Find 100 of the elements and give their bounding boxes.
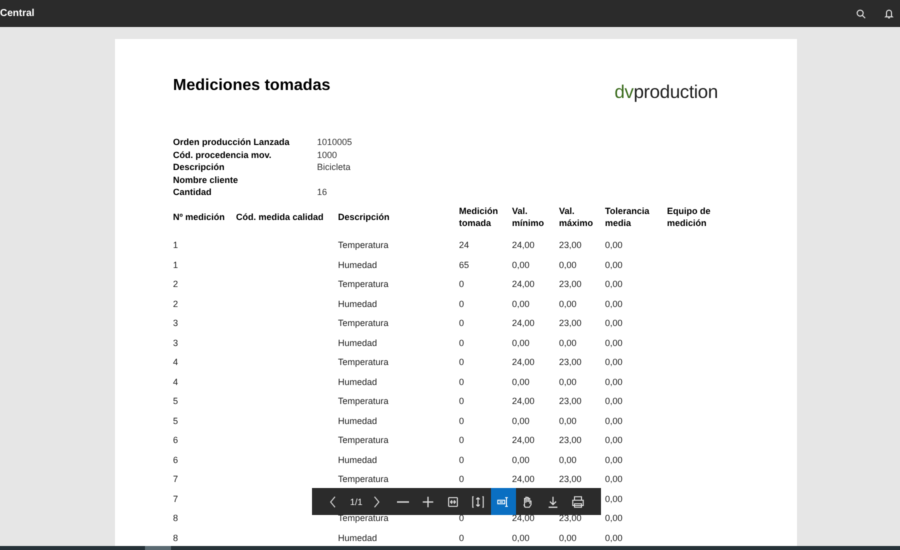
table-cell-text: 0,00 [605, 532, 624, 544]
table-cell-text: 7 [173, 473, 180, 486]
table-cell-text: 1 [173, 239, 180, 252]
table-cell-text: 24,00 [512, 356, 536, 368]
table-cell-text: 24,00 [512, 278, 536, 290]
table-cell-text: 4 [173, 376, 180, 388]
table-cell-text: 23,00 [559, 395, 583, 408]
table-cell-text: 24,00 [512, 434, 536, 446]
table-cell-text: 24,00 [512, 317, 536, 330]
table-cell-text: 24,00 [512, 473, 536, 486]
table-cell-text: 0 [459, 298, 466, 310]
fit-width-icon [446, 494, 460, 508]
table-cell-text: 23,00 [559, 356, 583, 368]
table-cell-text: 0 [459, 317, 466, 330]
table-cell-text: 0,00 [559, 258, 578, 271]
table-cell-text: 0,00 [559, 454, 578, 466]
fit-height-icon [471, 494, 486, 508]
table-cell-text: 0,00 [605, 492, 624, 505]
table-cell-text: Humedad [338, 258, 378, 271]
table-cell-text: 4 [173, 356, 180, 368]
field-label: Cód. procedencia mov. [173, 148, 272, 161]
table-cell-text: Temperatura [338, 434, 390, 446]
table-cell-text: 0,00 [512, 298, 531, 310]
scrollbar-thumb[interactable] [145, 546, 171, 550]
bell-icon[interactable] [884, 8, 894, 19]
table-cell-text: 5 [173, 395, 180, 408]
print-icon [571, 494, 586, 508]
table-cell-text: 0,00 [512, 532, 531, 544]
table-cell-text: Temperatura [338, 395, 390, 408]
table-cell-text: 3 [173, 336, 180, 349]
table-cell-text: 0,00 [605, 414, 624, 427]
field-label: Nombre cliente [173, 174, 240, 186]
table-cell-text: Humedad [338, 376, 378, 388]
table-cell-text: 0,00 [512, 336, 531, 349]
table-cell-text: 0,00 [605, 239, 624, 252]
table-cell-text: 0 [459, 532, 466, 544]
field-label: Cantidad [173, 186, 213, 198]
table-cell-text: 0 [459, 512, 466, 524]
table-cell-text: Humedad [338, 532, 378, 544]
table-cell-text: 0,00 [605, 454, 624, 466]
table-cell-text: 23,00 [559, 473, 583, 486]
column-header: Val. máximo [559, 204, 594, 228]
table-cell-text: 0 [459, 356, 466, 368]
table-cell-text: 0 [459, 395, 466, 408]
table-cell-text: 0 [459, 414, 466, 427]
table-cell-text: 65 [459, 258, 470, 271]
logo: dvproduction [614, 81, 718, 103]
table-cell-text: 23,00 [559, 239, 583, 252]
table-cell-text: 0,00 [512, 376, 531, 388]
table-cell-text: Temperatura [338, 239, 390, 252]
table-cell-text: 0,00 [605, 258, 624, 271]
table-cell-text: 23,00 [559, 317, 583, 330]
table-cell-text: 0 [459, 434, 466, 446]
app-title: Central [0, 8, 34, 19]
column-header: Tolerancia media [605, 204, 650, 228]
table-cell-text: 1 [173, 258, 180, 271]
table-cell-text: 0,00 [559, 298, 578, 310]
page-indicator: 1/1 [349, 496, 364, 506]
download-icon [546, 494, 560, 508]
table-cell-text: Temperatura [338, 512, 390, 524]
table-cell-text: Temperatura [338, 356, 390, 368]
table-cell-text: 24,00 [512, 512, 536, 524]
table-cell-text: 0,00 [605, 356, 624, 368]
table-cell-text: 24 [459, 239, 470, 252]
field-label: Orden producción Lanzada [173, 136, 291, 148]
table-cell-text: 0,00 [605, 317, 624, 330]
table-cell-text: 24,00 [512, 239, 536, 252]
table-cell-text: 0,00 [559, 376, 578, 388]
table-cell-text: 0,00 [512, 454, 531, 466]
table-cell-text: 6 [173, 454, 180, 466]
table-cell-text: 0 [459, 278, 466, 290]
table-cell-text: Temperatura [338, 317, 390, 330]
column-header: Cód. medida calidad [236, 210, 325, 222]
table-cell-text: 0,00 [605, 473, 624, 486]
table-cell-text: 0,00 [605, 298, 624, 310]
table-cell-text: 0 [459, 336, 466, 349]
table-cell-text: 0,00 [605, 336, 624, 349]
table-cell-text: 0,00 [559, 414, 578, 427]
table-cell-text: Humedad [338, 414, 378, 427]
table-cell-text: Temperatura [338, 278, 390, 290]
table-cell-text: 24,00 [512, 395, 536, 408]
table-cell-text: 8 [173, 512, 180, 524]
field-value: 1010005 [317, 136, 354, 148]
table-cell-text: 2 [173, 298, 180, 310]
table-cell-text: 0,00 [559, 336, 578, 349]
text-select-button[interactable] [490, 488, 516, 515]
column-header: Medición tomada [459, 204, 500, 228]
table-cell-text: Humedad [338, 454, 378, 466]
column-header: Val. mínimo [512, 204, 546, 228]
table-cell-text: 0,00 [605, 434, 624, 446]
table-cell-text: 0,00 [512, 258, 531, 271]
table-cell-text: 6 [173, 434, 180, 446]
table-cell-text: 0,00 [605, 512, 624, 524]
report-title: Mediciones tomadas [173, 77, 330, 95]
table-cell-text: 0 [459, 376, 466, 388]
table-cell-text: 23,00 [559, 512, 583, 524]
table-cell-text: Temperatura [338, 473, 390, 486]
field-value: Bicicleta [317, 161, 352, 174]
search-icon[interactable] [856, 8, 866, 18]
table-cell-text: 7 [173, 492, 180, 505]
